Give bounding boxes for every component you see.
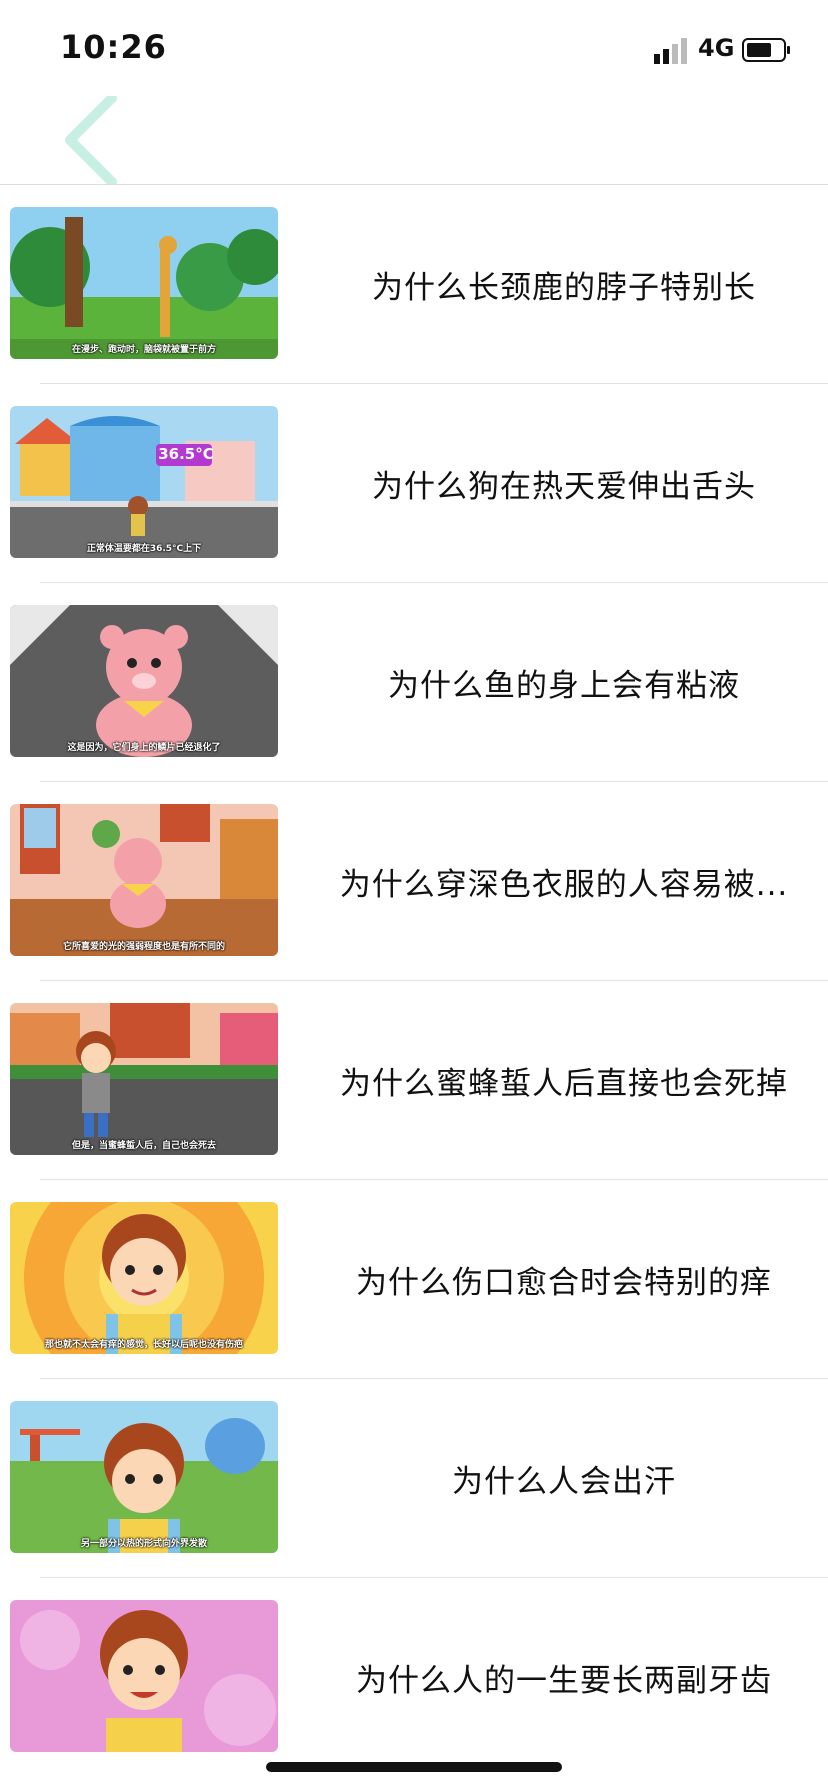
item-title: 为什么长颈鹿的脖子特别长 xyxy=(372,270,756,306)
nav-bar xyxy=(0,93,828,187)
item-title: 为什么穿深色衣服的人容易被... xyxy=(339,867,789,903)
video-thumbnail: 那也就不太会有痒的感觉，长好以后呢也没有伤疤 xyxy=(10,1202,278,1354)
list-item[interactable]: 另一部分以热的形式向外界发散 为什么人会出汗 xyxy=(0,1379,828,1578)
video-thumbnail: 36.5°C 正常体温要都在36.5°C上下 xyxy=(10,406,278,558)
status-time: 10:26 xyxy=(60,28,167,66)
list-item[interactable]: 那也就不太会有痒的感觉，长好以后呢也没有伤疤 为什么伤口愈合时会特别的痒 xyxy=(0,1180,828,1379)
list-item[interactable]: 它所喜爱的光的强弱程度也是有所不同的 为什么穿深色衣服的人容易被... xyxy=(0,782,828,981)
thumbnail-caption: 它所喜爱的光的强弱程度也是有所不同的 xyxy=(62,942,225,952)
item-title: 为什么蜜蜂蜇人后直接也会死掉 xyxy=(340,1066,788,1102)
item-title: 为什么人的一生要长两副牙齿 xyxy=(356,1663,772,1699)
video-thumbnail: 但是，当蜜蜂蜇人后，自己也会死去 xyxy=(10,1003,278,1155)
list-item[interactable]: 为什么人的一生要长两副牙齿 xyxy=(0,1578,828,1777)
video-list: 在漫步、跑动时，脑袋就被置于前方 为什么长颈鹿的脖子特别长 36.5°C 正常体… xyxy=(0,185,828,1777)
battery-icon xyxy=(742,38,790,62)
list-item[interactable]: 但是，当蜜蜂蜇人后，自己也会死去 为什么蜜蜂蜇人后直接也会死掉 xyxy=(0,981,828,1180)
home-indicator[interactable] xyxy=(266,1762,562,1772)
list-item[interactable]: 在漫步、跑动时，脑袋就被置于前方 为什么长颈鹿的脖子特别长 xyxy=(0,185,828,384)
video-thumbnail: 在漫步、跑动时，脑袋就被置于前方 xyxy=(10,207,278,359)
item-title: 为什么狗在热天爱伸出舌头 xyxy=(372,469,756,505)
thumbnail-caption: 这是因为，它们身上的鳞片已经退化了 xyxy=(67,743,221,753)
signal-icon xyxy=(654,38,687,64)
item-title: 为什么人会出汗 xyxy=(452,1464,676,1500)
video-thumbnail: 它所喜爱的光的强弱程度也是有所不同的 xyxy=(10,804,278,956)
video-thumbnail: 另一部分以热的形式向外界发散 xyxy=(10,1401,278,1553)
status-bar: 10:26 4G xyxy=(0,0,828,96)
thumbnail-caption: 正常体温要都在36.5°C上下 xyxy=(86,544,202,554)
item-title: 为什么伤口愈合时会特别的痒 xyxy=(356,1265,772,1301)
network-label: 4G xyxy=(698,34,735,62)
thumbnail-caption: 在漫步、跑动时，脑袋就被置于前方 xyxy=(71,345,216,355)
list-item[interactable]: 这是因为，它们身上的鳞片已经退化了 为什么鱼的身上会有粘液 xyxy=(0,583,828,782)
list-item[interactable]: 36.5°C 正常体温要都在36.5°C上下 为什么狗在热天爱伸出舌头 xyxy=(0,384,828,583)
thumbnail-caption: 那也就不太会有痒的感觉，长好以后呢也没有伤疤 xyxy=(44,1340,243,1350)
back-button[interactable] xyxy=(56,93,136,187)
temperature-badge: 36.5°C xyxy=(158,445,214,463)
video-thumbnail: 这是因为，它们身上的鳞片已经退化了 xyxy=(10,605,278,757)
video-thumbnail xyxy=(10,1600,278,1752)
chevron-left-icon xyxy=(65,93,117,187)
thumbnail-caption: 但是，当蜜蜂蜇人后，自己也会死去 xyxy=(71,1141,216,1151)
item-title: 为什么鱼的身上会有粘液 xyxy=(388,668,740,704)
thumbnail-caption: 另一部分以热的形式向外界发散 xyxy=(80,1539,207,1549)
